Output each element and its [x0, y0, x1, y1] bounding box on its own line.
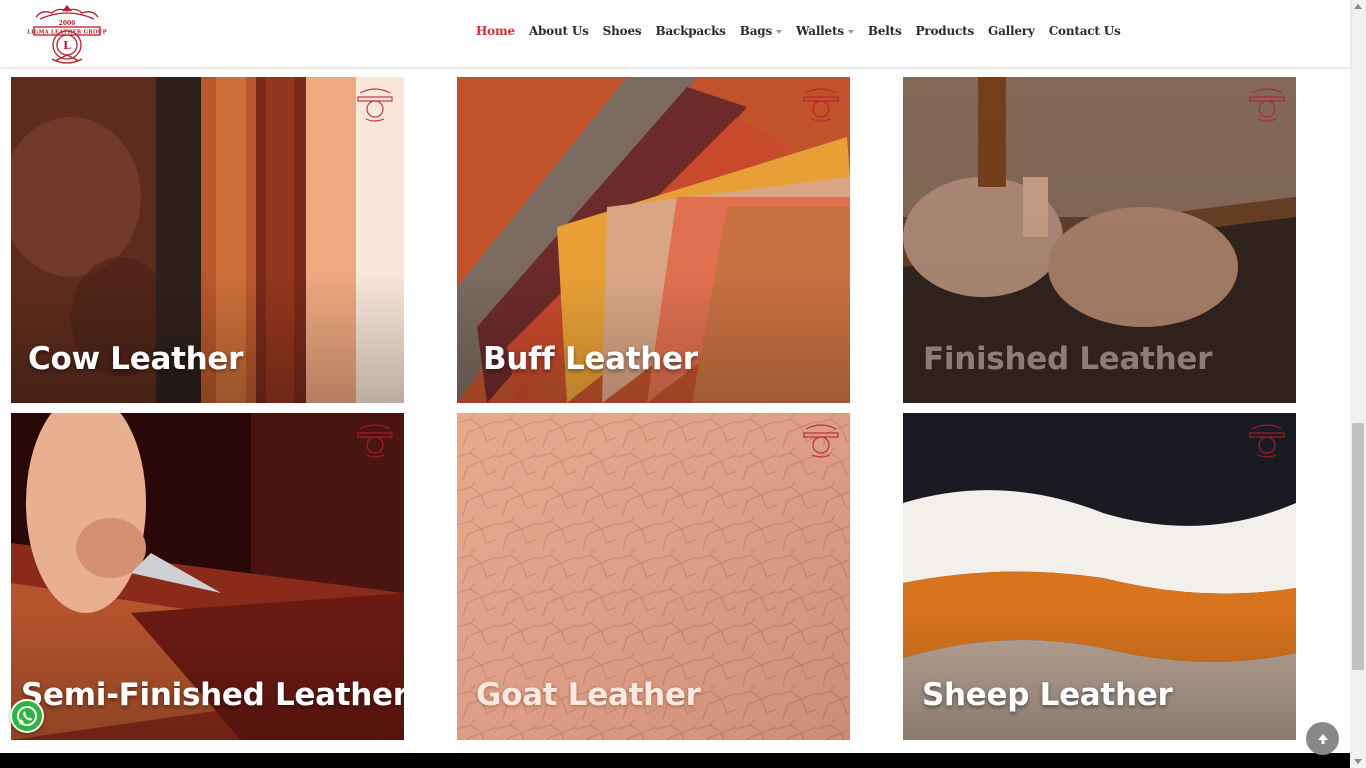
- whatsapp-button[interactable]: [10, 699, 44, 733]
- nav-item-wallets[interactable]: Wallets: [796, 24, 854, 38]
- watermark-logo-icon: [1249, 88, 1285, 122]
- scroll-thumb[interactable]: [1352, 423, 1364, 670]
- category-card-cow-leather[interactable]: Cow Leather: [11, 77, 404, 403]
- nav-item-label: Bags: [739, 24, 773, 38]
- footer-bar: [0, 753, 1350, 768]
- nav-item-backpacks[interactable]: Backpacks: [655, 24, 725, 38]
- card-title: Finished Leather: [923, 341, 1213, 377]
- nav-item-contact-us[interactable]: Contact Us: [1049, 24, 1121, 38]
- whatsapp-icon: [17, 706, 37, 726]
- category-card-goat-leather[interactable]: Goat Leather: [457, 413, 850, 740]
- category-card-semi-finished-leather[interactable]: Semi-Finished Leather: [11, 413, 404, 740]
- watermark-logo-icon: [1249, 424, 1285, 458]
- scroll-up-icon[interactable]: [1354, 4, 1362, 9]
- scroll-down-icon[interactable]: [1354, 759, 1362, 764]
- arrow-up-icon: [1317, 733, 1328, 744]
- svg-text:2006: 2006: [59, 20, 76, 27]
- nav-item-label: Gallery: [988, 24, 1035, 38]
- nav-item-belts[interactable]: Belts: [868, 24, 902, 38]
- svg-text:L: L: [63, 39, 71, 52]
- nav-item-label: Wallets: [796, 24, 844, 38]
- category-card-sheep-leather[interactable]: Sheep Leather: [903, 413, 1296, 740]
- main-nav: Home About Us Shoes Backpacks Bags Wallets Bel…: [476, 24, 1135, 38]
- nav-item-label: Products: [915, 24, 975, 38]
- card-title: Buff Leather: [483, 341, 698, 377]
- nav-item-home[interactable]: Home: [476, 24, 515, 38]
- card-title: Sheep Leather: [922, 677, 1173, 713]
- nav-item-label: Backpacks: [655, 24, 726, 38]
- page-scrollbar[interactable]: [1350, 0, 1366, 768]
- nav-item-gallery[interactable]: Gallery: [988, 24, 1035, 38]
- nav-item-label: About Us: [528, 24, 589, 38]
- watermark-logo-icon: [803, 424, 839, 458]
- card-title: Cow Leather: [28, 341, 244, 377]
- watermark-logo-icon: [803, 88, 839, 122]
- nav-item-about-us[interactable]: About Us: [529, 24, 589, 38]
- nav-item-shoes[interactable]: Shoes: [603, 24, 642, 38]
- back-to-top-button[interactable]: [1306, 722, 1339, 755]
- watermark-logo-icon: [357, 88, 393, 122]
- nav-item-products[interactable]: Products: [915, 24, 975, 38]
- chevron-down-icon: [776, 29, 783, 34]
- watermark-logo-icon: [357, 424, 393, 458]
- card-title: Goat Leather: [476, 677, 701, 713]
- category-card-finished-leather[interactable]: Finished Leather: [903, 77, 1296, 403]
- nav-item-label: Contact Us: [1048, 24, 1121, 38]
- nav-item-bags[interactable]: Bags: [739, 24, 783, 38]
- site-header: 2006 LIGMA LEATHER GROUP L Home About Us S…: [0, 0, 1350, 67]
- brand-logo[interactable]: 2006 LIGMA LEATHER GROUP L: [22, 3, 112, 65]
- chevron-down-icon: [847, 29, 854, 34]
- nav-item-label: Home: [476, 24, 515, 38]
- nav-item-label: Belts: [867, 24, 902, 38]
- category-card-buff-leather[interactable]: Buff Leather: [457, 77, 850, 403]
- card-title: Semi-Finished Leather: [21, 677, 404, 713]
- nav-item-label: Shoes: [602, 24, 642, 38]
- svg-text:LIGMA LEATHER GROUP: LIGMA LEATHER GROUP: [27, 30, 107, 36]
